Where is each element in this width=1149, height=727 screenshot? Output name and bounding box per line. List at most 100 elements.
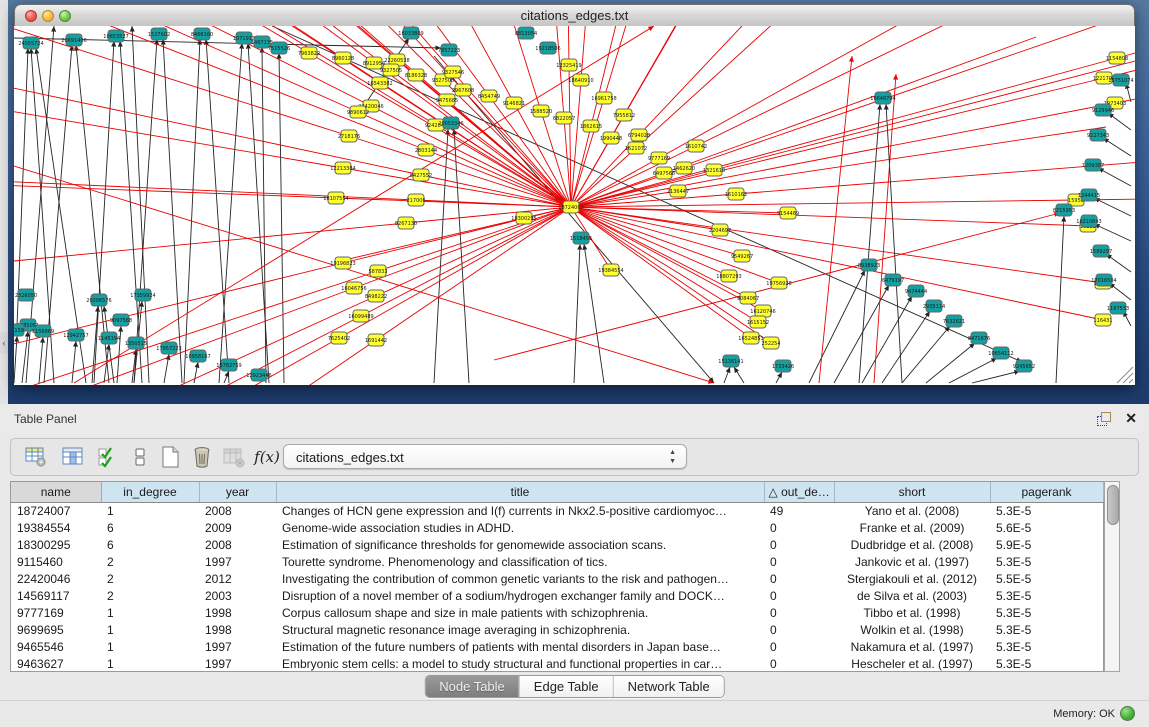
graph-node[interactable]: 2136447 bbox=[667, 185, 689, 197]
graph-node[interactable]: 1589297 bbox=[1090, 245, 1112, 257]
graph-node[interactable]: 8938923 bbox=[858, 259, 880, 271]
graph-node[interactable]: 17359924 bbox=[130, 289, 155, 301]
table-vertical-scrollbar[interactable] bbox=[1104, 481, 1120, 672]
graph-node[interactable]: 2803144 bbox=[415, 144, 437, 156]
table-cell[interactable]: Changes of HCN gene expression and I(f) … bbox=[276, 502, 764, 519]
graph-node[interactable]: 2326050 bbox=[15, 289, 37, 301]
graph-node[interactable]: 2967608 bbox=[452, 84, 474, 96]
float-panel-icon[interactable] bbox=[1097, 412, 1111, 425]
column-header-year[interactable]: year bbox=[199, 482, 276, 502]
table-cell[interactable]: 5.6E-5 bbox=[990, 519, 1103, 536]
graph-node[interactable]: 1691442 bbox=[365, 334, 387, 346]
graph-node[interactable]: 1527602 bbox=[148, 28, 170, 40]
table-row[interactable]: 1938455462009Genome-wide association stu… bbox=[11, 519, 1103, 536]
table-row[interactable]: 2242004622012Investigating the contribut… bbox=[11, 570, 1103, 587]
table-cell[interactable]: Disruption of a novel member of a sodium… bbox=[276, 587, 764, 604]
table-row[interactable]: 1872400712008Changes of HCN gene express… bbox=[11, 502, 1103, 519]
graph-node[interactable]: 8813054 bbox=[515, 27, 537, 39]
table-cell[interactable]: 1 bbox=[101, 638, 199, 655]
panel-collapse-handle[interactable]: ‹ bbox=[0, 332, 8, 354]
graph-node[interactable]: 17957223 bbox=[156, 342, 181, 354]
select-columns-icon[interactable] bbox=[95, 444, 121, 470]
table-cell[interactable]: 0 bbox=[764, 587, 834, 604]
column-header-name[interactable]: name bbox=[11, 482, 101, 502]
graph-node[interactable]: 19384554 bbox=[598, 264, 623, 276]
table-cell[interactable]: 5.3E-5 bbox=[990, 604, 1103, 621]
graph-node[interactable]: 8215953 bbox=[1053, 204, 1075, 216]
graph-node[interactable]: 1145194 bbox=[98, 332, 120, 344]
graph-node[interactable]: 8454749 bbox=[478, 90, 500, 102]
graph-node[interactable]: 1862615 bbox=[580, 120, 602, 132]
column-header-in_degree[interactable]: in_degree bbox=[101, 482, 199, 502]
table-cell[interactable]: 1 bbox=[101, 621, 199, 638]
tab-edge-table[interactable]: Edge Table bbox=[519, 676, 613, 697]
graph-node[interactable]: 7857223 bbox=[438, 44, 460, 56]
table-cell[interactable]: Estimation of significance thresholds fo… bbox=[276, 536, 764, 553]
table-cell[interactable]: Estimation of the future numbers of pati… bbox=[276, 638, 764, 655]
table-cell[interactable]: 1 bbox=[101, 655, 199, 672]
table-row[interactable]: 946362711997Embryonic stem cells: a mode… bbox=[11, 655, 1103, 672]
graph-node[interactable]: 9475685 bbox=[436, 94, 458, 106]
graph-node[interactable]: 7955812 bbox=[613, 109, 635, 121]
table-cell[interactable]: 9115460 bbox=[11, 553, 101, 570]
graph-node[interactable]: 6822057 bbox=[553, 112, 575, 124]
table-cell[interactable]: Stergiakouli et al. (2012) bbox=[834, 570, 990, 587]
table-cell[interactable]: 5.3E-5 bbox=[990, 587, 1103, 604]
graph-node[interactable]: 16524851 bbox=[738, 332, 763, 344]
table-cell[interactable]: 14569117 bbox=[11, 587, 101, 604]
table-cell[interactable]: Structural magnetic resonance image aver… bbox=[276, 621, 764, 638]
close-panel-icon[interactable]: ✕ bbox=[1125, 410, 1137, 427]
graph-node[interactable]: 1209387 bbox=[1082, 159, 1104, 171]
graph-node[interactable]: 9097588 bbox=[110, 314, 132, 326]
table-cell[interactable]: 18300295 bbox=[11, 536, 101, 553]
table-cell[interactable]: 9463627 bbox=[11, 655, 101, 672]
table-cell[interactable]: 2003 bbox=[199, 587, 276, 604]
graph-node[interactable]: 16046756 bbox=[341, 282, 366, 294]
graph-node[interactable]: 7963822 bbox=[298, 47, 320, 59]
table-cell[interactable]: 5.3E-5 bbox=[990, 621, 1103, 638]
graph-node[interactable]: 9154469 bbox=[777, 207, 799, 219]
graph-node[interactable]: 1154808 bbox=[1106, 52, 1128, 64]
delete-column-icon[interactable] bbox=[221, 444, 247, 470]
tab-network-table[interactable]: Network Table bbox=[613, 676, 724, 697]
table-cell[interactable]: Investigating the contribution of common… bbox=[276, 570, 764, 587]
graph-node[interactable]: 18640910 bbox=[568, 74, 593, 86]
graph-node[interactable]: 12213384 bbox=[330, 162, 355, 174]
graph-node[interactable]: 2718176 bbox=[338, 130, 360, 142]
graph-node[interactable]: 8427552 bbox=[410, 169, 432, 181]
table-cell[interactable]: 5.3E-5 bbox=[990, 655, 1103, 672]
graph-node[interactable]: 6794028 bbox=[628, 129, 650, 141]
table-cell[interactable]: 9777169 bbox=[11, 604, 101, 621]
graph-node[interactable]: 19218506 bbox=[535, 42, 560, 54]
table-cell[interactable]: 5.3E-5 bbox=[990, 502, 1103, 519]
network-canvas[interactable]: 7963822896012889129542226053893275051654… bbox=[14, 26, 1135, 385]
graph-node[interactable]: 1610162 bbox=[725, 188, 747, 200]
graph-node[interactable]: 16033809 bbox=[398, 27, 423, 39]
table-cell[interactable]: Nakamura et al. (1997) bbox=[834, 638, 990, 655]
table-row[interactable]: 977716911998Corpus callosum shape and si… bbox=[11, 604, 1103, 621]
column-header-pagerank[interactable]: pagerank bbox=[990, 482, 1103, 502]
table-cell[interactable]: 0 bbox=[764, 604, 834, 621]
graph-node[interactable]: 8186328 bbox=[405, 69, 427, 81]
resize-grip-icon[interactable] bbox=[1117, 367, 1133, 383]
table-row[interactable]: 1456911722003Disruption of a novel membe… bbox=[11, 587, 1103, 604]
graph-node[interactable]: 7515526 bbox=[268, 42, 290, 54]
table-cell[interactable]: 1 bbox=[101, 604, 199, 621]
table-cell[interactable]: 6 bbox=[101, 519, 199, 536]
graph-node[interactable]: 19196823 bbox=[330, 257, 355, 269]
graph-node[interactable]: 8471676 bbox=[968, 332, 990, 344]
table-cell[interactable]: Hescheler et al. (1997) bbox=[834, 655, 990, 672]
table-cell[interactable]: 5.3E-5 bbox=[990, 553, 1103, 570]
table-column-icon[interactable] bbox=[60, 444, 86, 470]
table-cell[interactable]: 9465546 bbox=[11, 638, 101, 655]
table-cell[interactable]: 0 bbox=[764, 570, 834, 587]
graph-node[interactable]: 1733426 bbox=[772, 360, 794, 372]
graph-node[interactable]: 8960128 bbox=[332, 52, 354, 64]
graph-node[interactable]: 9327546 bbox=[442, 66, 464, 78]
graph-node[interactable]: 9227343 bbox=[1087, 129, 1109, 141]
graph-node[interactable]: 19756928 bbox=[766, 277, 791, 289]
table-cell[interactable]: 2 bbox=[101, 587, 199, 604]
graph-node[interactable]: 6497568 bbox=[653, 167, 675, 179]
table-cell[interactable]: 49 bbox=[764, 502, 834, 519]
table-row[interactable]: 911546021997Tourette syndrome. Phenomeno… bbox=[11, 553, 1103, 570]
